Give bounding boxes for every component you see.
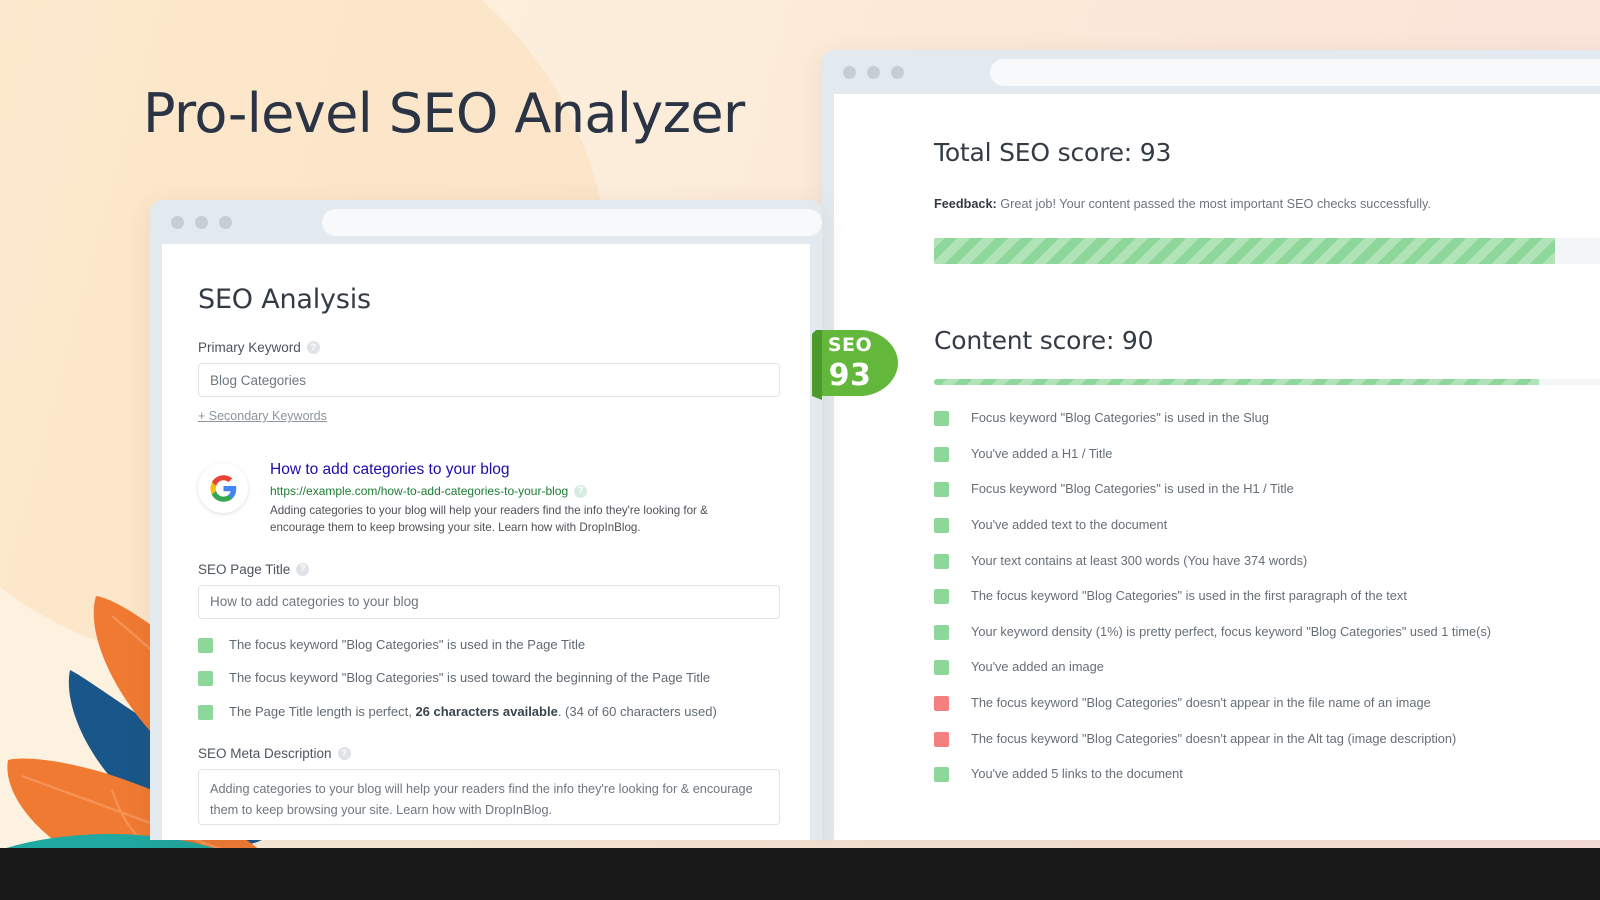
window-minimize-dot[interactable]	[867, 65, 880, 79]
serp-url: https://example.com/how-to-add-categorie…	[270, 484, 780, 498]
check-text-emphasis: 26 characters available	[415, 704, 558, 720]
page-title: Pro-level SEO Analyzer	[143, 82, 745, 145]
status-chip-pass	[934, 767, 949, 783]
total-score-progress-fill	[934, 238, 1556, 264]
content-score-title: Content score: 90	[934, 326, 1154, 355]
seo-page-title-label: SEO Page Title ?	[198, 562, 780, 577]
check-text: The focus keyword "Blog Categories" is u…	[229, 670, 711, 686]
check-text: The focus keyword "Blog Categories" is u…	[971, 588, 1407, 604]
check-text: Your text contains at least 300 words (Y…	[971, 552, 1308, 568]
status-chip-pass	[934, 624, 949, 640]
google-logo-icon	[198, 463, 248, 513]
serp-url-text: https://example.com/how-to-add-categorie…	[270, 484, 569, 498]
status-chip-pass	[934, 553, 949, 569]
browser-chrome-right	[822, 50, 1600, 94]
help-icon[interactable]: ?	[337, 747, 351, 761]
address-bar-right[interactable]	[990, 58, 1600, 86]
status-chip-fail	[934, 696, 949, 711]
browser-content-right: Total SEO score: 93 Feedback: Great job!…	[834, 94, 1600, 840]
browser-chrome-left	[150, 200, 822, 244]
check-text: You've added 5 links to the document	[971, 766, 1183, 782]
status-chip-pass	[198, 705, 213, 721]
status-chip-pass	[934, 446, 949, 462]
seo-check-list: Focus keyword "Blog Categories" is used …	[934, 410, 1600, 783]
primary-keyword-input[interactable]	[198, 363, 780, 397]
check-row: The focus keyword "Blog Categories" does…	[934, 695, 1600, 712]
feedback-line: Feedback: Great job! Your content passed…	[934, 197, 1600, 211]
content-score-progress-track	[934, 379, 1600, 385]
seo-meta-description-label-text: SEO Meta Description	[198, 746, 332, 762]
check-row: The focus keyword "Blog Categories" is u…	[934, 588, 1600, 605]
check-text: You've added a H1 / Title	[971, 445, 1113, 461]
browser-content-left: SEO Analysis Primary Keyword ? + Seconda…	[162, 244, 810, 840]
seo-analysis-heading: SEO Analysis	[198, 284, 371, 315]
browser-window-right: Total SEO score: 93 Feedback: Great job!…	[822, 50, 1600, 840]
status-chip-pass	[198, 637, 213, 653]
check-row: You've added text to the document	[934, 517, 1600, 534]
check-row: You've added a H1 / Title	[934, 446, 1600, 463]
check-row: The focus keyword "Blog Categories" is u…	[198, 670, 780, 687]
help-icon[interactable]: ?	[306, 341, 320, 354]
serp-title-link[interactable]: How to add categories to your blog	[270, 461, 780, 479]
status-chip-pass	[934, 660, 949, 676]
check-row: The Page Title length is perfect, 26 cha…	[198, 704, 780, 721]
seo-meta-description-label: SEO Meta Description ?	[198, 746, 780, 761]
check-row: You've added an image	[934, 659, 1600, 676]
serp-preview: How to add categories to your blog https…	[198, 461, 780, 537]
browser-window-left: SEO Analysis Primary Keyword ? + Seconda…	[150, 200, 822, 840]
primary-keyword-label: Primary Keyword ?	[198, 340, 780, 355]
check-row: Your text contains at least 300 words (Y…	[934, 553, 1600, 570]
help-icon[interactable]: ?	[296, 562, 310, 576]
content-score-progress-fill	[934, 379, 1539, 385]
serp-description: Adding categories to your blog will help…	[270, 504, 708, 534]
check-text: Focus keyword "Blog Categories" is used …	[971, 410, 1269, 425]
check-row: You've added 5 links to the document	[934, 766, 1600, 783]
window-maximize-dot[interactable]	[219, 215, 232, 229]
seo-page-title-label-text: SEO Page Title	[198, 561, 291, 577]
check-text: The focus keyword "Blog Categories" does…	[971, 730, 1457, 746]
seo-score-badge: SEO 93	[808, 322, 902, 404]
check-text: The focus keyword "Blog Categories" does…	[971, 695, 1431, 710]
page-title-check-list: The focus keyword "Blog Categories" is u…	[198, 637, 780, 722]
seo-page-title-input[interactable]	[198, 584, 780, 619]
help-icon[interactable]: ?	[574, 484, 588, 498]
serp-body: How to add categories to your blog https…	[270, 461, 780, 537]
window-close-dot[interactable]	[171, 215, 184, 229]
check-text: The Page Title length is perfect, 26 cha…	[229, 704, 717, 720]
secondary-keywords-link[interactable]: + Secondary Keywords	[198, 409, 327, 423]
status-chip-pass	[934, 589, 949, 605]
check-text: You've added an image	[971, 659, 1104, 675]
address-bar-left[interactable]	[322, 208, 822, 236]
check-row: The focus keyword "Blog Categories" is u…	[198, 637, 780, 654]
status-chip-pass	[934, 517, 949, 533]
total-score-progress-track	[934, 238, 1600, 264]
check-text: You've added text to the document	[971, 516, 1168, 532]
window-maximize-dot[interactable]	[891, 65, 904, 79]
status-chip-pass	[198, 671, 213, 687]
seo-meta-description-textarea[interactable]: Adding categories to your blog will help…	[198, 769, 780, 826]
primary-keyword-label-text: Primary Keyword	[198, 340, 301, 355]
status-chip-fail	[934, 731, 949, 747]
check-text: The focus keyword "Blog Categories" is u…	[229, 636, 586, 652]
window-close-dot[interactable]	[843, 65, 856, 79]
check-text: Your keyword density (1%) is pretty perf…	[971, 623, 1491, 639]
bottom-bar	[0, 848, 1600, 900]
feedback-label: Feedback:	[934, 197, 997, 211]
check-row: Focus keyword "Blog Categories" is used …	[934, 481, 1600, 498]
status-chip-pass	[934, 482, 949, 498]
check-text: Focus keyword "Blog Categories" is used …	[971, 481, 1294, 497]
feedback-text: Great job! Your content passed the most …	[996, 197, 1431, 211]
total-seo-score-title: Total SEO score: 93	[934, 138, 1172, 167]
check-row: Your keyword density (1%) is pretty perf…	[934, 624, 1600, 641]
window-minimize-dot[interactable]	[195, 215, 208, 229]
page-stage: Pro-level SEO Analyzer Total SEO score: …	[0, 0, 1600, 900]
status-chip-pass	[934, 411, 949, 426]
check-row: Focus keyword "Blog Categories" is used …	[934, 410, 1600, 427]
check-row: The focus keyword "Blog Categories" does…	[934, 731, 1600, 748]
